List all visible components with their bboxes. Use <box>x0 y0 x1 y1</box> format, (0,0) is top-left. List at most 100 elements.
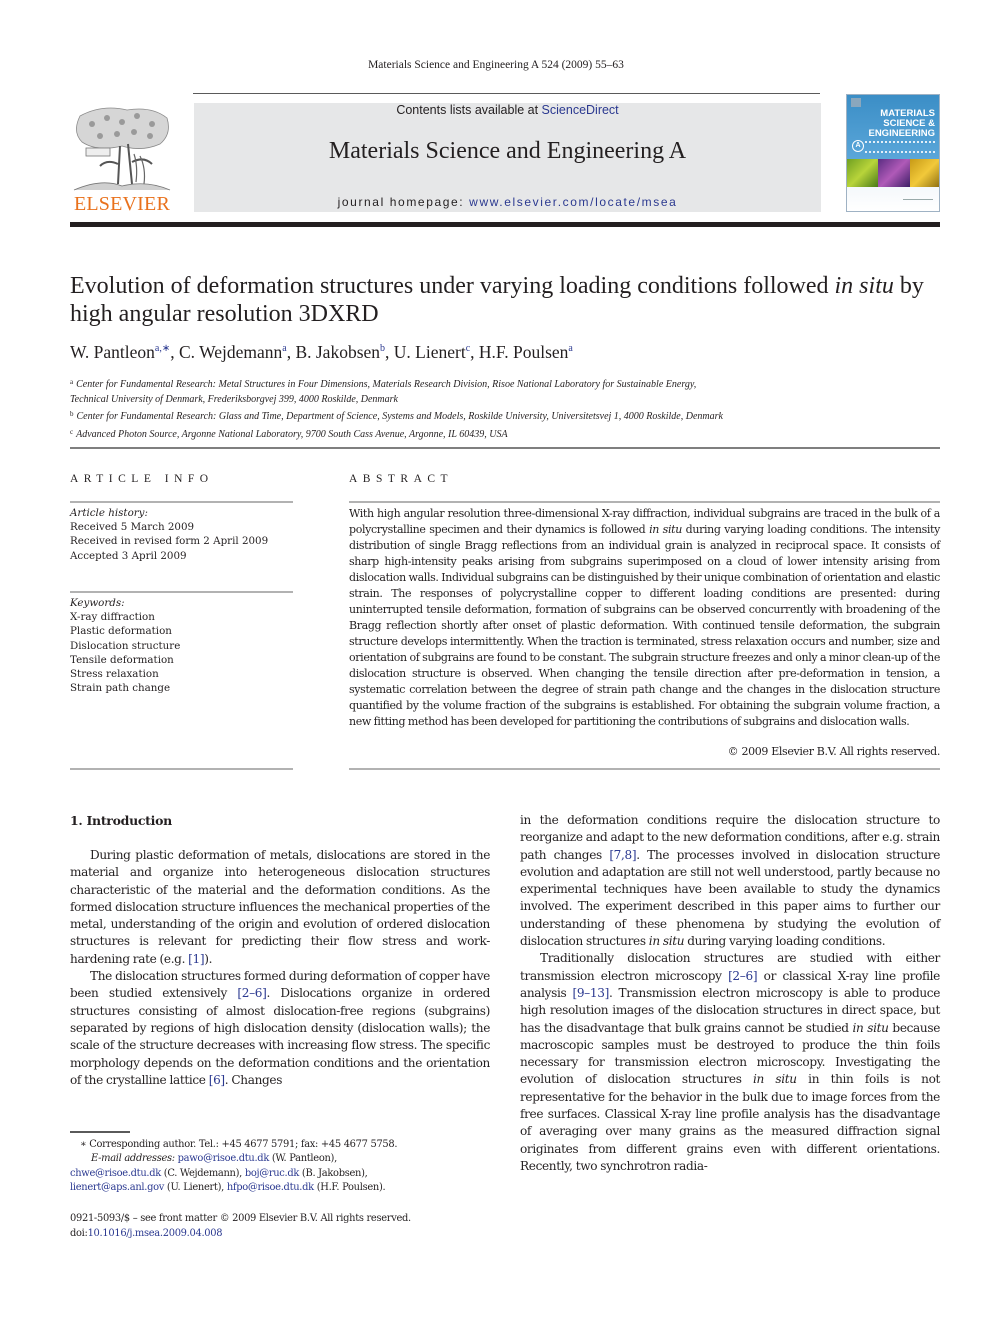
paragraph-text: . Changes <box>224 1072 283 1087</box>
doi-label: doi: <box>70 1228 88 1239</box>
affiliation-a: a Center for Fundamental Research: Metal … <box>70 375 950 393</box>
abstract-italic: in situ <box>649 523 682 536</box>
doi-link[interactable]: 10.1016/j.msea.2009.04.008 <box>88 1228 223 1239</box>
abstract-text: With high angular resolution three-dimen… <box>349 506 940 730</box>
history-revised: Received in revised form 2 April 2009 <box>70 535 269 548</box>
author[interactable]: U. Lienert <box>394 342 466 362</box>
abstract-copyright: © 2009 Elsevier B.V. All rights reserved… <box>727 745 941 758</box>
issn-line: 0921-5093/$ – see front matter © 2009 El… <box>70 1213 411 1224</box>
author-affiliation-mark[interactable]: a <box>282 343 286 354</box>
masthead-rule <box>70 222 940 227</box>
corresponding-author-note: ∗ Corresponding author. Tel.: +45 4677 5… <box>80 1139 398 1150</box>
author-affiliation-mark[interactable]: a <box>568 343 572 354</box>
abstract-body-cont: during varying loading conditions. The i… <box>349 523 940 728</box>
email-link[interactable]: pawo@risoe.dtu.dk <box>178 1153 270 1164</box>
keywords-rule <box>70 591 293 593</box>
keywords-label: Keywords: <box>70 597 125 609</box>
citation-link[interactable]: [9–13] <box>572 986 609 1000</box>
cover-images <box>847 159 939 187</box>
history-received: Received 5 March 2009 <box>70 521 195 534</box>
affiliations-rule <box>70 447 940 449</box>
cover-image-green <box>847 159 879 187</box>
homepage-link[interactable]: www.elsevier.com/locate/msea <box>469 195 677 209</box>
email-owner: (B. Jakobsen), <box>299 1167 368 1179</box>
abstract-rule <box>349 501 940 503</box>
keyword: Stress relaxation <box>70 668 159 681</box>
elsevier-wordmark: ELSEVIER <box>73 193 171 215</box>
paragraph-text: . Dislocations organize in ordered struc… <box>70 986 490 1087</box>
email-label: E-mail addresses: <box>91 1153 175 1165</box>
paragraph-text: . The processes involved in dislocation … <box>520 847 940 949</box>
author-list: W. Pantleona,∗, C. Wejdemanna, B. Jakobs… <box>70 342 573 362</box>
affiliation-b: b Center for Fundamental Research: Glass … <box>70 407 950 425</box>
email-link[interactable]: boj@ruc.dk <box>245 1168 300 1179</box>
affiliation-text: Advanced Photon Source, Argonne National… <box>76 428 508 440</box>
elsevier-logo[interactable]: ELSEVIER <box>70 104 174 216</box>
email-owner: (W. Pantleon), <box>269 1153 337 1165</box>
citation-link[interactable]: [2–6] <box>237 986 266 1000</box>
affiliation-text: Center for Fundamental Research: Glass a… <box>76 411 723 422</box>
cover-image-gold <box>909 159 939 187</box>
affiliation-key: c <box>70 427 74 436</box>
email-owner: (H.F. Poulsen). <box>313 1181 386 1193</box>
italic-text: in situ <box>648 934 685 949</box>
title-italic: in situ <box>834 273 894 299</box>
italic-text: in situ <box>852 1020 889 1035</box>
cover-subtitle <box>865 141 935 153</box>
email-link[interactable]: lienert@aps.anl.gov <box>70 1182 164 1193</box>
abstract-end-rule <box>349 768 940 770</box>
paragraph-text: in thin foils is not representative for … <box>520 1072 941 1173</box>
paragraph: in the deformation conditions require th… <box>520 812 940 950</box>
keyword: X-ray diffraction <box>70 611 155 624</box>
citation-link[interactable]: [7,8] <box>609 848 636 862</box>
history-accepted: Accepted 3 April 2009 <box>70 549 187 562</box>
citation-link[interactable]: [1] <box>188 952 204 966</box>
citation-link[interactable]: [6] <box>209 1073 225 1087</box>
contents-prefix: Contents lists available at <box>396 103 542 117</box>
citation-link[interactable]: [2–6] <box>728 969 757 983</box>
paragraph-text: During plastic deformation of metals, di… <box>70 848 490 966</box>
journal-cover-thumbnail[interactable]: MATERIALS SCIENCE & ENGINEERING A <box>846 94 940 212</box>
email-link[interactable]: hfpo@risoe.dtu.dk <box>227 1182 314 1193</box>
affiliation-key: b <box>70 410 74 418</box>
cover-series-badge: A <box>852 140 864 152</box>
cover-image-purple <box>878 159 910 187</box>
article-info-end-rule <box>70 768 293 770</box>
footnotes: ∗ Corresponding author. Tel.: +45 4677 5… <box>70 1138 500 1195</box>
author[interactable]: C. Wejdemann <box>179 342 282 362</box>
elsevier-tree-icon <box>73 107 171 191</box>
email-link[interactable]: chwe@risoe.dtu.dk <box>70 1168 161 1179</box>
front-matter: 0921-5093/$ – see front matter © 2009 El… <box>70 1211 500 1241</box>
article-title: Evolution of deformation structures unde… <box>70 272 940 328</box>
affiliations: a Center for Fundamental Research: Metal … <box>70 375 950 442</box>
paragraph: During plastic deformation of metals, di… <box>70 847 490 968</box>
author-affiliation-mark[interactable]: b <box>380 343 385 354</box>
keyword: Plastic deformation <box>70 625 172 638</box>
keyword: Tensile deformation <box>70 653 174 666</box>
email-owner: (U. Lienert), <box>164 1181 227 1193</box>
footnote-rule <box>70 1131 130 1133</box>
affiliation-a-cont: Technical University of Denmark, Frederi… <box>70 393 398 405</box>
article-info-rule <box>70 501 293 503</box>
cover-footer <box>903 199 933 206</box>
author-affiliation-mark[interactable]: c <box>466 343 470 354</box>
author[interactable]: B. Jakobsen <box>295 342 380 362</box>
paragraph-text: during varying loading conditions. <box>684 934 886 949</box>
author[interactable]: H.F. Poulsen <box>479 342 569 362</box>
author-affiliation-mark[interactable]: a,∗ <box>155 343 170 354</box>
journal-banner: Contents lists available at ScienceDirec… <box>194 103 821 212</box>
section-heading-introduction: 1. Introduction <box>70 813 172 828</box>
body-column-left: During plastic deformation of metals, di… <box>70 847 490 1089</box>
sciencedirect-link[interactable]: ScienceDirect <box>542 103 619 117</box>
journal-title[interactable]: Materials Science and Engineering A <box>194 138 821 165</box>
affiliation-text: Center for Fundamental Research: Metal S… <box>76 379 697 390</box>
running-header: Materials Science and Engineering A 524 … <box>368 59 624 71</box>
cover-title-line3: ENGINEERING <box>868 128 935 139</box>
email-owner: (C. Wejdemann), <box>160 1167 245 1179</box>
keywords: Keywords: X-ray diffraction Plastic defo… <box>70 596 293 695</box>
article-info-heading: ARTICLE INFO <box>70 473 214 485</box>
article-history: Article history: Received 5 March 2009 R… <box>70 506 293 563</box>
homepage-line: journal homepage: www.elsevier.com/locat… <box>194 195 821 209</box>
italic-text: in situ <box>753 1072 797 1087</box>
author[interactable]: W. Pantleon <box>70 342 155 362</box>
